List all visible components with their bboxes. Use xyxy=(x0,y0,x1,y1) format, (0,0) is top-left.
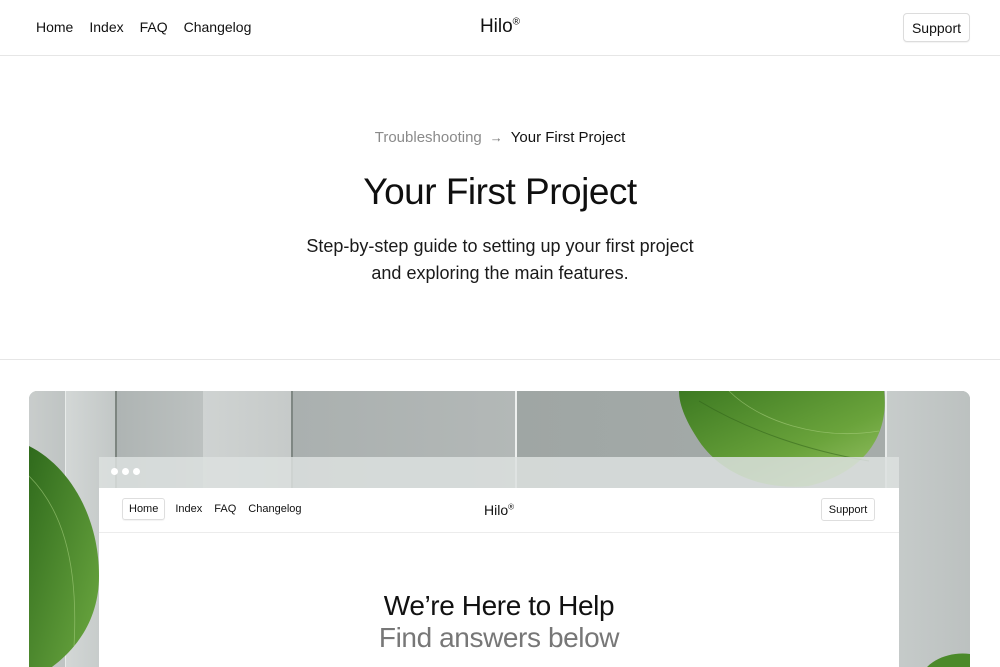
window-dot xyxy=(133,468,140,475)
breadcrumb-current: Your First Project xyxy=(510,129,626,146)
browser-chrome xyxy=(99,457,899,488)
preview-heading: We’re Here to Help xyxy=(383,590,615,621)
window-dot xyxy=(111,468,118,475)
support-button[interactable]: Support xyxy=(903,13,970,42)
site-logo[interactable]: Hilo® xyxy=(0,16,1000,38)
preview-image: Home Index FAQ Changelog Hilo® Support W… xyxy=(29,391,970,667)
preview-support-button: Support xyxy=(821,498,875,521)
hero-section: Troubleshooting → Your First Project Your … xyxy=(0,57,1000,360)
page-title: Your First Project xyxy=(363,171,637,212)
page-subtitle: Step-by-step guide to setting up your fi… xyxy=(280,233,720,287)
top-navigation: Home Index FAQ Changelog Hilo® Support xyxy=(0,0,1000,56)
leaf-illustration-bottom-right xyxy=(927,653,970,667)
breadcrumb: Troubleshooting → Your First Project xyxy=(0,129,1000,146)
preview-navigation: Home Index FAQ Changelog Hilo® Support xyxy=(99,488,899,533)
window-dots xyxy=(111,468,140,475)
logo-text: Hilo xyxy=(479,16,513,37)
subtitle-line-2: and exploring the main features. xyxy=(371,263,629,283)
arrow-right-icon: → xyxy=(489,130,503,145)
preview-logo: Hilo® xyxy=(99,502,899,518)
preview-window: Home Index FAQ Changelog Hilo® Support W… xyxy=(99,488,899,667)
registered-mark: ® xyxy=(512,16,521,28)
window-dot xyxy=(122,468,129,475)
subtitle-line-1: Step-by-step guide to setting up your fi… xyxy=(306,236,694,256)
preview-logo-text: Hilo xyxy=(483,502,509,518)
breadcrumb-parent-link[interactable]: Troubleshooting xyxy=(375,129,482,146)
preview-subheading: Find answers below xyxy=(378,622,620,653)
leaf-illustration-left xyxy=(29,446,99,667)
preview-registered-mark: ® xyxy=(508,502,515,512)
